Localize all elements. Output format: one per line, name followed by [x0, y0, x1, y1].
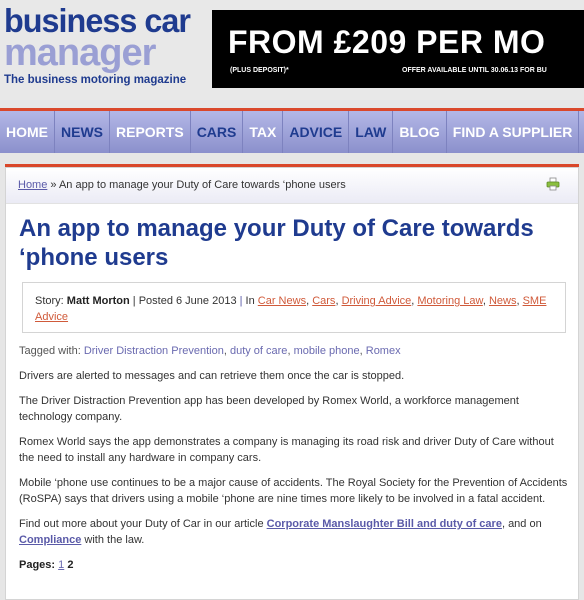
ad-small-left: (PLUS DEPOSIT)* — [230, 67, 289, 74]
paragraph-text: , and on — [501, 518, 542, 530]
article-title: An app to manage your Duty of Care towar… — [19, 215, 534, 271]
category-link-news[interactable]: News — [489, 295, 517, 307]
print-icon[interactable] — [546, 177, 560, 191]
nav-item-news[interactable]: NEWS — [55, 111, 110, 153]
category-link-motoring-law[interactable]: Motoring Law — [417, 295, 482, 307]
category-link-cars[interactable]: Cars — [312, 295, 335, 307]
article-meta-box: Story: Matt Morton | Posted 6 June 2013 … — [22, 282, 566, 333]
site-logo[interactable]: business car manager The business motori… — [4, 2, 209, 86]
main-nav: HOME NEWS REPORTS CARS TAX ADVICE LAW BL… — [0, 111, 584, 153]
logo-line1: business car — [4, 2, 191, 39]
page-2-current: 2 — [67, 559, 74, 571]
ad-small-right: OFFER AVAILABLE UNTIL 30.06.13 FOR BU — [402, 67, 547, 74]
nav-item-find-a-supplier[interactable]: FIND A SUPPLIER — [447, 111, 580, 153]
breadcrumb-current: An app to manage your Duty of Care towar… — [58, 179, 346, 191]
article-body: Drivers are alerted to messages and can … — [19, 368, 569, 573]
page-1-link[interactable]: 1 — [58, 559, 64, 571]
breadcrumb-home-link[interactable]: Home — [18, 179, 47, 191]
nav-item-cars[interactable]: CARS — [191, 111, 244, 153]
article-container: Home » An app to manage your Duty of Car… — [5, 167, 579, 600]
site-header: business car manager The business motori… — [0, 0, 584, 100]
compliance-link[interactable]: Compliance — [19, 534, 81, 546]
ad-headline: FROM £209 PER MO — [228, 24, 546, 60]
logo-line2: manager — [4, 32, 156, 74]
article-paragraph: Drivers are alerted to messages and can … — [19, 370, 405, 382]
author-name: Matt Morton — [66, 295, 130, 307]
category-link-car-news[interactable]: Car News — [258, 295, 306, 307]
tag-link[interactable]: mobile phone — [294, 345, 360, 357]
tag-link[interactable]: Romex — [366, 345, 401, 357]
posted-date: | Posted 6 June 2013 — [129, 295, 240, 307]
in-label: In — [242, 295, 258, 307]
article-tags: Tagged with: Driver Distraction Preventi… — [19, 345, 401, 357]
nav-item-more[interactable]: V — [579, 111, 584, 153]
breadcrumb: Home » An app to manage your Duty of Car… — [18, 179, 346, 191]
logo-tagline: The business motoring magazine — [4, 74, 187, 86]
nav-item-reports[interactable]: REPORTS — [110, 111, 191, 153]
nav-item-tax[interactable]: TAX — [243, 111, 284, 153]
tags-label: Tagged with: — [19, 345, 84, 357]
nav-item-blog[interactable]: BLOG — [393, 111, 447, 153]
corporate-manslaughter-link[interactable]: Corporate Manslaughter Bill and duty of … — [267, 518, 502, 530]
tag-link[interactable]: duty of care — [230, 345, 287, 357]
breadcrumb-bar: Home » An app to manage your Duty of Car… — [6, 168, 578, 204]
paragraph-text: Find out more about your Duty of Car in … — [19, 518, 267, 530]
tag-link[interactable]: Driver Distraction Prevention — [84, 345, 224, 357]
story-label: Story: — [35, 295, 67, 307]
article-paragraph: Mobile ‘phone use continues to be a majo… — [19, 477, 568, 505]
article-paragraph: The Driver Distraction Prevention app ha… — [19, 395, 519, 423]
pages-label: Pages: — [19, 559, 59, 571]
nav-item-law[interactable]: LAW — [349, 111, 394, 153]
nav-item-home[interactable]: HOME — [0, 111, 55, 153]
article-paragraph: Romex World says the app demonstrates a … — [19, 436, 554, 464]
breadcrumb-separator: » — [47, 179, 59, 191]
article-paragraph-links: Find out more about your Duty of Car in … — [19, 516, 569, 548]
advert-banner[interactable]: FROM £209 PER MO (PLUS DEPOSIT)* OFFER A… — [212, 10, 584, 88]
pagination: Pages: 1 2 — [19, 557, 569, 573]
paragraph-text: with the law. — [81, 534, 145, 546]
category-link-driving-advice[interactable]: Driving Advice — [342, 295, 412, 307]
nav-item-advice[interactable]: ADVICE — [283, 111, 350, 153]
